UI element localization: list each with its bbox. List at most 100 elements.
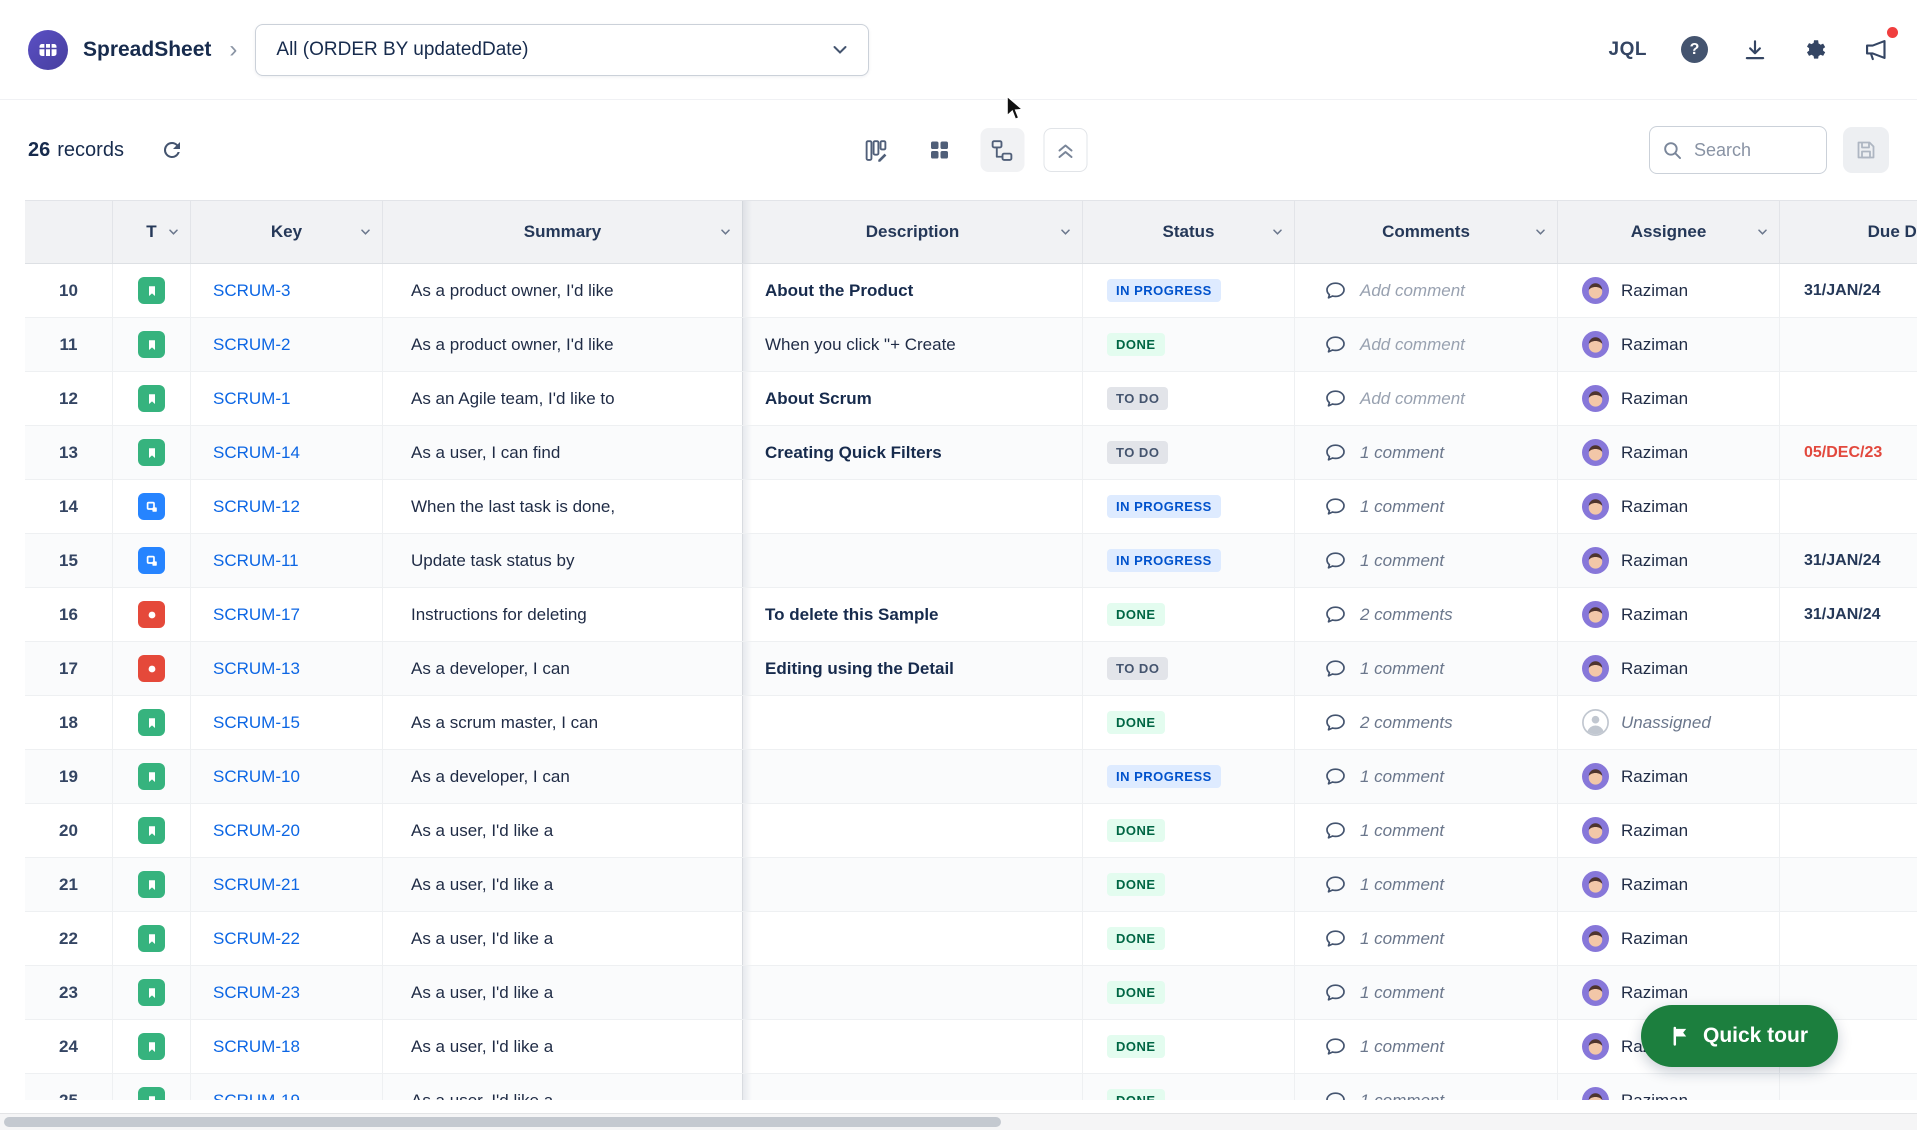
row-number[interactable]: 25: [25, 1074, 113, 1100]
column-header-due-date[interactable]: Due Date: [1780, 201, 1917, 263]
column-header-description[interactable]: Description: [743, 201, 1083, 263]
row-number[interactable]: 19: [25, 750, 113, 803]
description-cell[interactable]: [743, 1074, 1083, 1100]
assignee-cell[interactable]: Raziman: [1558, 1074, 1780, 1100]
issue-key-link[interactable]: SCRUM-12: [213, 497, 300, 517]
table-row[interactable]: 22 SCRUM-22 As a user, I'd like a DONE: [25, 912, 1917, 966]
status-cell[interactable]: TO DO: [1083, 426, 1295, 479]
issue-type-cell[interactable]: [113, 804, 191, 857]
row-number[interactable]: 24: [25, 1020, 113, 1073]
row-number[interactable]: 20: [25, 804, 113, 857]
issue-key-link[interactable]: SCRUM-2: [213, 335, 290, 355]
summary-cell[interactable]: Instructions for deleting: [383, 588, 743, 641]
announcements-megaphone-icon[interactable]: [1862, 36, 1889, 63]
assignee-cell[interactable]: Raziman: [1558, 750, 1780, 803]
scrollbar-thumb[interactable]: [4, 1117, 1001, 1127]
issue-key-link[interactable]: SCRUM-3: [213, 281, 290, 301]
row-number[interactable]: 16: [25, 588, 113, 641]
due-date-cell[interactable]: [1780, 804, 1917, 857]
due-date-cell[interactable]: [1780, 750, 1917, 803]
row-number[interactable]: 22: [25, 912, 113, 965]
comments-cell[interactable]: 1 comment: [1295, 750, 1558, 803]
column-header-summary[interactable]: Summary: [383, 201, 743, 263]
comments-cell[interactable]: 1 comment: [1295, 966, 1558, 1019]
issue-type-cell[interactable]: [113, 1074, 191, 1100]
issue-key-link[interactable]: SCRUM-10: [213, 767, 300, 787]
due-date-cell[interactable]: 31/JAN/24: [1780, 264, 1917, 317]
download-icon[interactable]: [1742, 37, 1768, 63]
table-row[interactable]: 12 SCRUM-1 As an Agile team, I'd like to…: [25, 372, 1917, 426]
assignee-cell[interactable]: Raziman: [1558, 642, 1780, 695]
comments-cell[interactable]: 1 comment: [1295, 858, 1558, 911]
assignee-cell[interactable]: Raziman: [1558, 588, 1780, 641]
due-date-cell[interactable]: [1780, 318, 1917, 371]
due-date-cell[interactable]: [1780, 912, 1917, 965]
column-header-assignee[interactable]: Assignee: [1558, 201, 1780, 263]
edit-columns-icon[interactable]: [854, 128, 898, 172]
description-cell[interactable]: About the Product: [743, 264, 1083, 317]
comments-cell[interactable]: 2 comments: [1295, 588, 1558, 641]
column-header-comments[interactable]: Comments: [1295, 201, 1558, 263]
issue-key-link[interactable]: SCRUM-13: [213, 659, 300, 679]
issue-type-cell[interactable]: [113, 696, 191, 749]
due-date-cell[interactable]: 05/DEC/23: [1780, 426, 1917, 479]
issue-key-link[interactable]: SCRUM-11: [213, 551, 299, 571]
row-number[interactable]: 14: [25, 480, 113, 533]
due-date-cell[interactable]: [1780, 858, 1917, 911]
assignee-cell[interactable]: Raziman: [1558, 804, 1780, 857]
description-cell[interactable]: [743, 858, 1083, 911]
comments-cell[interactable]: 1 comment: [1295, 426, 1558, 479]
issue-type-cell[interactable]: [113, 1020, 191, 1073]
comments-cell[interactable]: 2 comments: [1295, 696, 1558, 749]
row-number[interactable]: 12: [25, 372, 113, 425]
assignee-cell[interactable]: Raziman: [1558, 264, 1780, 317]
due-date-cell[interactable]: [1780, 372, 1917, 425]
status-cell[interactable]: DONE: [1083, 588, 1295, 641]
summary-cell[interactable]: As an Agile team, I'd like to: [383, 372, 743, 425]
description-cell[interactable]: [743, 534, 1083, 587]
status-cell[interactable]: DONE: [1083, 318, 1295, 371]
issue-type-cell[interactable]: [113, 912, 191, 965]
issue-type-cell[interactable]: [113, 642, 191, 695]
jql-button[interactable]: JQL: [1609, 39, 1647, 61]
status-cell[interactable]: DONE: [1083, 1020, 1295, 1073]
assignee-cell[interactable]: Raziman: [1558, 480, 1780, 533]
due-date-cell[interactable]: [1780, 696, 1917, 749]
row-number[interactable]: 11: [25, 318, 113, 371]
table-row[interactable]: 13 SCRUM-14 As a user, I can find Creati…: [25, 426, 1917, 480]
issue-type-cell[interactable]: [113, 372, 191, 425]
description-cell[interactable]: [743, 912, 1083, 965]
comments-cell[interactable]: Add comment: [1295, 318, 1558, 371]
assignee-cell[interactable]: Unassigned: [1558, 696, 1780, 749]
refresh-icon[interactable]: [160, 138, 184, 162]
issue-key-link[interactable]: SCRUM-14: [213, 443, 300, 463]
status-cell[interactable]: DONE: [1083, 696, 1295, 749]
status-cell[interactable]: IN PROGRESS: [1083, 480, 1295, 533]
assignee-cell[interactable]: Raziman: [1558, 858, 1780, 911]
table-row[interactable]: 15 SCRUM-11 Update task status by IN PRO…: [25, 534, 1917, 588]
horizontal-scrollbar[interactable]: [0, 1113, 1917, 1130]
status-cell[interactable]: TO DO: [1083, 642, 1295, 695]
issue-key-link[interactable]: SCRUM-15: [213, 713, 300, 733]
assignee-cell[interactable]: Raziman: [1558, 372, 1780, 425]
status-cell[interactable]: IN PROGRESS: [1083, 534, 1295, 587]
due-date-cell[interactable]: [1780, 1074, 1917, 1100]
help-icon[interactable]: ?: [1681, 36, 1708, 63]
issue-key-link[interactable]: SCRUM-23: [213, 983, 300, 1003]
description-cell[interactable]: To delete this Sample: [743, 588, 1083, 641]
table-row[interactable]: 14 SCRUM-12 When the last task is done, …: [25, 480, 1917, 534]
table-row[interactable]: 18 SCRUM-15 As a scrum master, I can DON…: [25, 696, 1917, 750]
summary-cell[interactable]: As a user, I can find: [383, 426, 743, 479]
assignee-cell[interactable]: Raziman: [1558, 426, 1780, 479]
table-row[interactable]: 25 SCRUM-19 As a user, I'd like a DONE: [25, 1074, 1917, 1100]
save-view-icon[interactable]: [1843, 127, 1889, 173]
description-cell[interactable]: [743, 750, 1083, 803]
card-view-icon[interactable]: [917, 128, 961, 172]
issue-type-cell[interactable]: [113, 966, 191, 1019]
comments-cell[interactable]: 1 comment: [1295, 1074, 1558, 1100]
row-number[interactable]: 21: [25, 858, 113, 911]
comments-cell[interactable]: 1 comment: [1295, 804, 1558, 857]
due-date-cell[interactable]: [1780, 642, 1917, 695]
summary-cell[interactable]: As a user, I'd like a: [383, 804, 743, 857]
summary-cell[interactable]: As a product owner, I'd like: [383, 318, 743, 371]
